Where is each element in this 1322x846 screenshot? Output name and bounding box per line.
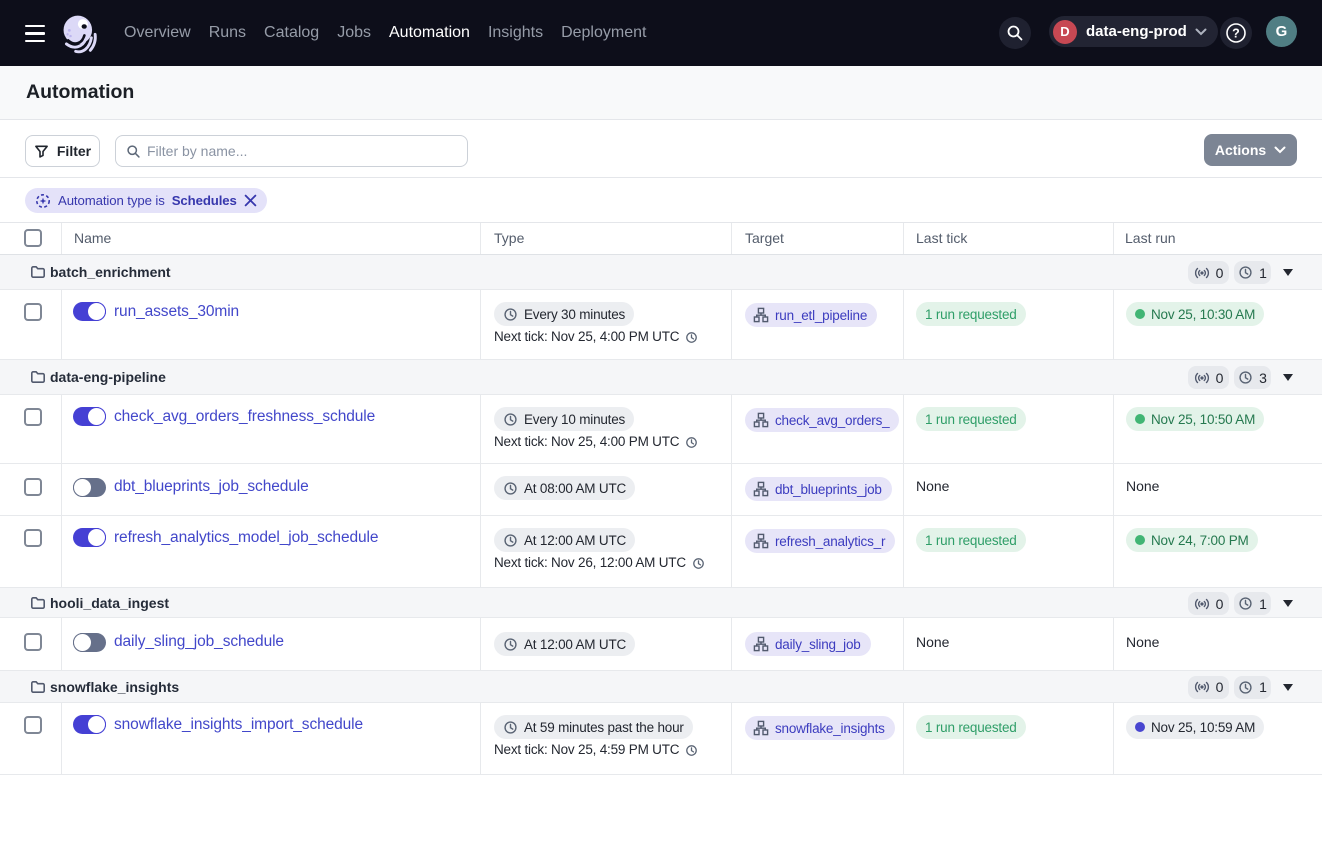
svg-text:?: ? xyxy=(1232,26,1240,40)
